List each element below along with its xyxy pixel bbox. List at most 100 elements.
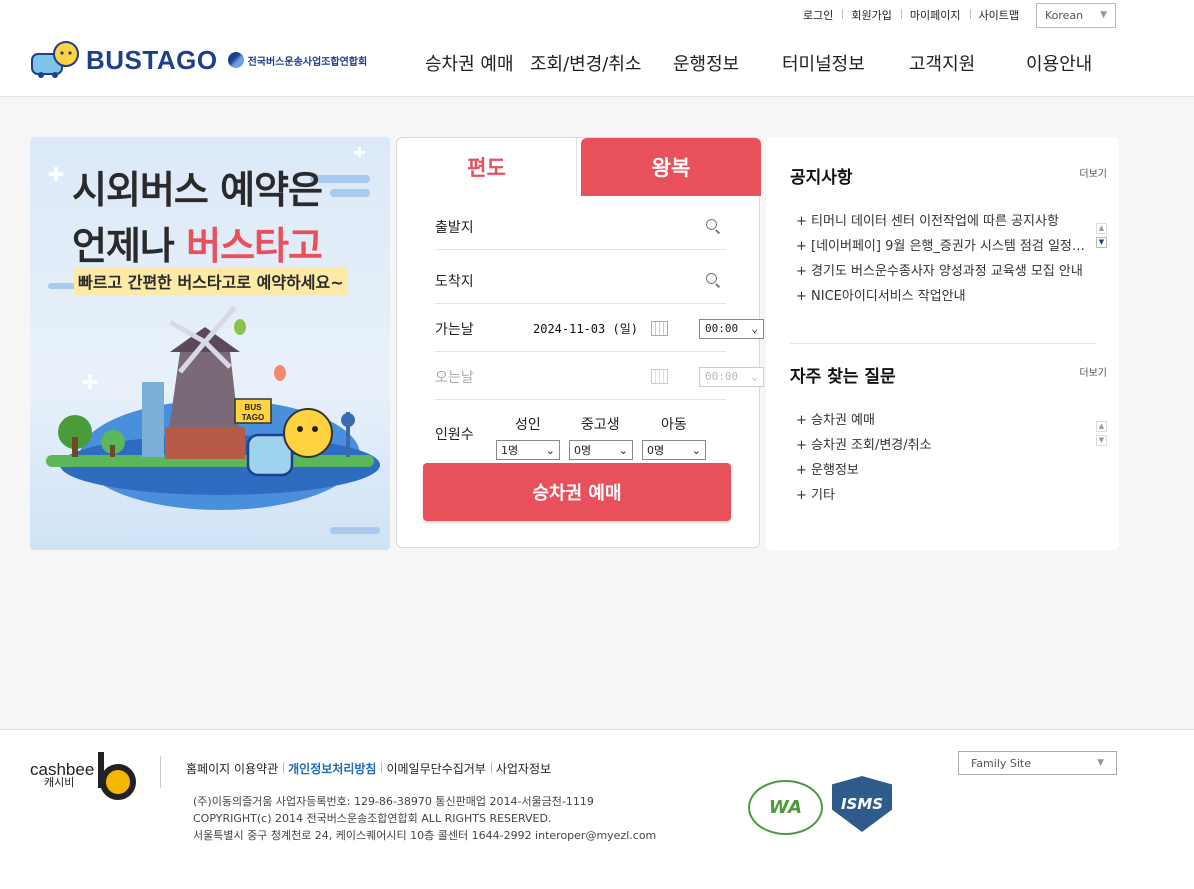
email-policy-link[interactable]: 이메일무단수집거부 — [381, 760, 490, 777]
cashbee-logo[interactable]: cashbee 캐시비 — [30, 752, 137, 800]
login-link[interactable]: 로그인 — [794, 7, 842, 23]
section-divider — [790, 343, 1096, 344]
banner-headline-2-highlight: 버스타고 — [186, 224, 323, 268]
notice-item[interactable]: + [네이버페이] 9월 은행_증권가 시스템 점검 일정 안내 — [796, 234, 1086, 259]
isms-certification-badge: ISMS — [832, 776, 892, 832]
utility-nav: 로그인 회원가입 마이페이지 사이트맵 Korean ▼ — [794, 2, 1116, 28]
terms-link[interactable]: 홈페이지 이용약관 — [186, 760, 283, 777]
sitemap-link[interactable]: 사이트맵 — [969, 7, 1028, 23]
footer-links: 홈페이지 이용약관 개인정보처리방침 이메일무단수집거부 사업자정보 — [186, 760, 556, 777]
org-name: 전국버스운송사업조합연합회 — [247, 56, 368, 68]
scroll-up-icon[interactable]: ▲ — [1096, 223, 1107, 234]
return-date-field: 오는날 00:00 ⌄ — [435, 354, 764, 400]
wa-certification-badge: WA — [748, 780, 823, 835]
passenger-label: 인원수 — [435, 427, 474, 443]
nav-ticket-booking[interactable]: 승차권 예매 — [425, 50, 514, 76]
search-icon[interactable] — [706, 272, 722, 289]
chevron-down-icon: ▼ — [1100, 10, 1107, 20]
calendar-icon[interactable] — [651, 321, 668, 336]
notice-more-link[interactable]: 더보기 — [1079, 165, 1107, 180]
site-footer: cashbee 캐시비 홈페이지 이용약관 개인정보처리방침 이메일무단수집거부… — [0, 729, 1194, 889]
chevron-down-icon: ⌄ — [751, 370, 758, 383]
banner-subtitle: 빠르고 간편한 버스타고로 예약하세요~ — [74, 267, 348, 295]
scroll-up-icon[interactable]: ▲ — [1096, 421, 1107, 432]
cashbee-korean: 캐시비 — [44, 776, 75, 789]
faq-item[interactable]: + 운행정보 — [796, 458, 1086, 483]
notice-item[interactable]: + 티머니 데이터 센터 이전작업에 따른 공지사항 — [796, 209, 1086, 234]
adult-select[interactable]: 1명 ⌄ — [496, 440, 560, 460]
arrival-label: 도착지 — [435, 273, 474, 290]
go-time-select[interactable]: 00:00 ⌄ — [699, 318, 764, 339]
nav-usage-guide[interactable]: 이용안내 — [1026, 50, 1092, 76]
company-info-line: COPYRIGHT(c) 2014 전국버스운송조합연합회 ALL RIGHTS… — [193, 812, 552, 825]
notice-item[interactable]: + 경기도 버스운수종사자 양성과정 교육생 모집 안내 — [796, 259, 1086, 284]
faq-item[interactable]: + 승차권 조회/변경/취소 — [796, 433, 1086, 458]
svg-text:BUS: BUS — [245, 403, 263, 412]
search-icon[interactable] — [706, 218, 722, 235]
tab-round-trip[interactable]: 왕복 — [581, 138, 761, 196]
nav-customer-support[interactable]: 고객지원 — [909, 50, 975, 76]
departure-field[interactable]: 출발지 — [435, 204, 726, 250]
chevron-down-icon: ⌄ — [751, 322, 758, 335]
notice-item[interactable]: + NICE아이디서비스 작업안내 — [796, 284, 1086, 309]
chevron-down-icon: ⌄ — [618, 443, 628, 457]
child-select[interactable]: 0명 ⌄ — [642, 440, 706, 460]
nav-service-info[interactable]: 운행정보 — [673, 50, 739, 76]
adult-label: 성인 — [515, 417, 541, 433]
svg-text:TAGO: TAGO — [242, 413, 265, 422]
return-date-label: 오는날 — [435, 369, 474, 386]
company-info-line: 서울특별시 중구 청계천로 24, 케이스퀘어시티 10층 콜센터 1644-2… — [193, 829, 657, 842]
go-date-field: 가는날 2024-11-03 (일) 00:00 ⌄ — [435, 306, 764, 352]
chevron-down-icon: ⌄ — [545, 443, 555, 457]
mypage-link[interactable]: 마이페이지 — [900, 7, 970, 23]
site-header: 로그인 회원가입 마이페이지 사이트맵 Korean ▼ BUSTAGO 전국버… — [0, 0, 1194, 97]
banner-headline-2-prefix: 언제나 — [72, 224, 187, 268]
bustago-logo[interactable]: BUSTAGO 전국버스운송사업조합연합회 — [30, 40, 367, 80]
booking-form: 편도 왕복 출발지 도착지 가는날 2024-11-03 (일) 00:00 ⌄… — [396, 137, 764, 548]
faq-item[interactable]: + 기타 — [796, 483, 1086, 508]
nav-lookup-change-cancel[interactable]: 조회/변경/취소 — [530, 50, 642, 76]
notice-panel: 공지사항 더보기 + 티머니 데이터 센터 이전작업에 따른 공지사항 + [네… — [766, 137, 1119, 550]
adult-select-value: 1명 — [501, 444, 519, 457]
language-value: Korean — [1045, 8, 1084, 22]
scroll-down-icon[interactable]: ▼ — [1096, 237, 1107, 248]
company-info-line: (주)이동의즐거움 사업자등록번호: 129-86-38970 통신판매업 20… — [193, 795, 594, 808]
scroll-down-icon[interactable]: ▼ — [1096, 435, 1107, 446]
privacy-policy-link[interactable]: 개인정보처리방침 — [283, 760, 381, 777]
student-select[interactable]: 0명 ⌄ — [569, 440, 633, 460]
company-info: (주)이동의즐거움 사업자등록번호: 129-86-38970 통신판매업 20… — [193, 793, 656, 844]
faq-more-link[interactable]: 더보기 — [1079, 364, 1107, 379]
departure-label: 출발지 — [435, 219, 474, 236]
faq-list: + 승차권 예매 + 승차권 조회/변경/취소 + 운행정보 + 기타 — [796, 408, 1086, 508]
footer-divider — [160, 756, 161, 788]
family-site-select[interactable]: Family Site ▼ — [958, 751, 1117, 775]
student-select-value: 0명 — [574, 444, 592, 457]
language-select[interactable]: Korean ▼ — [1036, 2, 1116, 28]
go-time-value: 00:00 — [705, 322, 739, 335]
faq-title: 자주 찾는 질문 — [790, 367, 896, 387]
promo-banner[interactable]: BUS TAGO 시외버스 예약은 언제나 버스타고 빠르고 간편한 버스타고로… — [30, 137, 390, 550]
book-ticket-button[interactable]: 승차권 예매 — [423, 463, 731, 521]
child-select-value: 0명 — [647, 444, 665, 457]
chevron-down-icon: ⌄ — [691, 443, 701, 457]
cashbee-b-icon — [96, 752, 137, 800]
org-emblem-icon — [227, 52, 244, 68]
return-time-select: 00:00 ⌄ — [699, 366, 764, 387]
business-info-link[interactable]: 사업자정보 — [490, 760, 556, 777]
nav-terminal-info[interactable]: 터미널정보 — [782, 50, 865, 76]
brand-name: BUSTAGO — [86, 44, 218, 75]
faq-item[interactable]: + 승차권 예매 — [796, 408, 1086, 433]
chevron-down-icon: ▼ — [1097, 758, 1104, 768]
go-date-value[interactable]: 2024-11-03 (일) — [533, 320, 638, 337]
tab-one-way[interactable]: 편도 — [397, 138, 577, 196]
return-time-value: 00:00 — [705, 370, 739, 383]
go-date-label: 가는날 — [435, 321, 474, 338]
notice-scroll-controls: ▲ ▼ — [1096, 223, 1107, 251]
calendar-icon — [651, 369, 668, 384]
student-label: 중고생 — [581, 417, 620, 433]
notice-list: + 티머니 데이터 센터 이전작업에 따른 공지사항 + [네이버페이] 9월 … — [796, 209, 1086, 309]
signup-link[interactable]: 회원가입 — [842, 7, 900, 23]
arrival-field[interactable]: 도착지 — [435, 258, 726, 304]
family-site-label: Family Site — [971, 756, 1032, 770]
notice-title: 공지사항 — [790, 168, 853, 188]
